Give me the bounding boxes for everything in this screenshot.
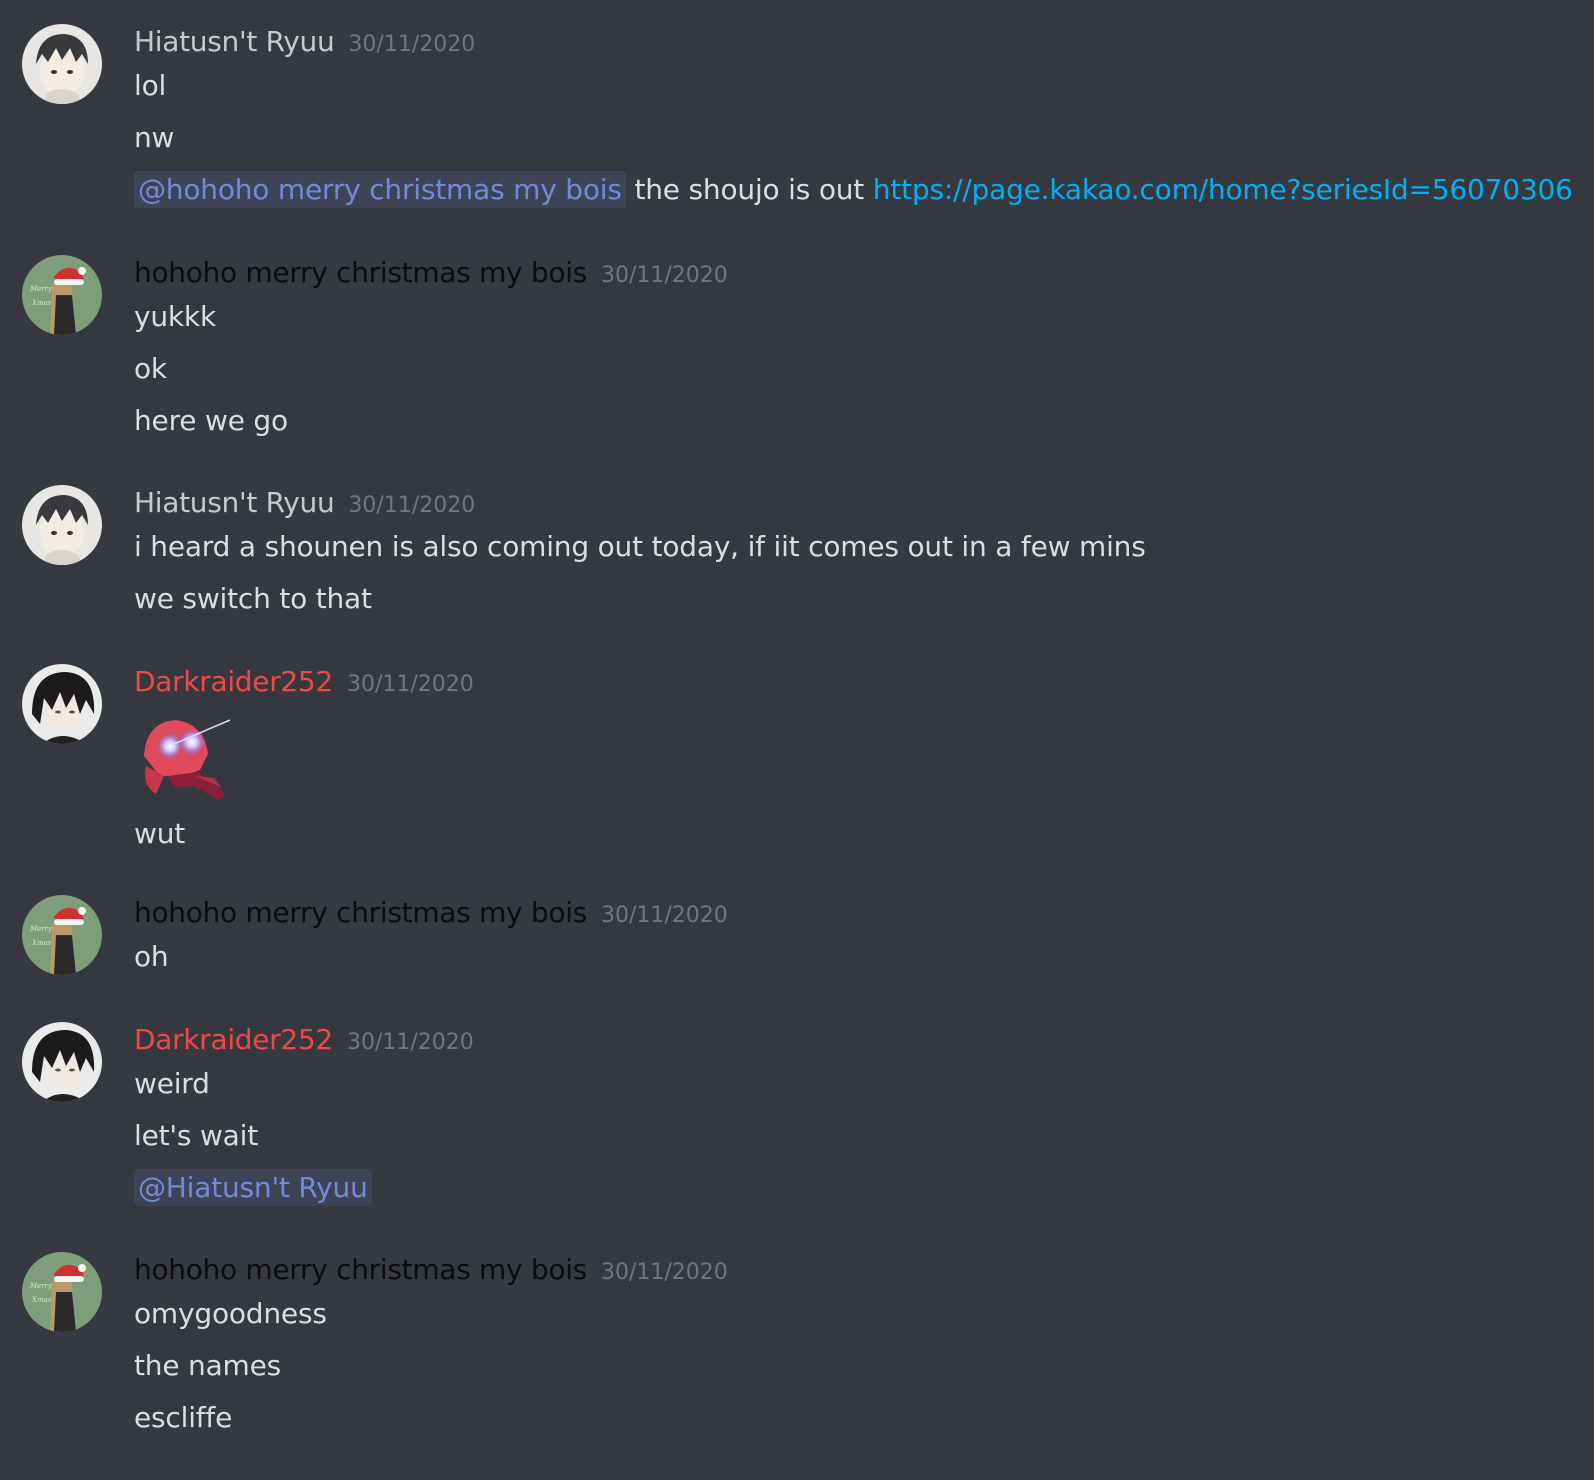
svg-text:Xmas: Xmas [31, 939, 52, 947]
message-link[interactable]: https://page.kakao.com/home?seriesId=560… [873, 173, 1573, 206]
username[interactable]: hohoho merry christmas my bois [134, 1253, 587, 1286]
svg-text:Merry: Merry [29, 1282, 53, 1290]
message-text: we switch to that [134, 582, 372, 615]
message-header: Darkraider252 30/11/2020 [134, 664, 474, 700]
message-lines: yukkk ok here we go [134, 295, 288, 451]
message-header: hohoho merry christmas my bois 30/11/2020 [134, 255, 728, 291]
timestamp: 30/11/2020 [600, 263, 728, 288]
message-text: nw [134, 121, 175, 154]
timestamp: 30/11/2020 [600, 903, 728, 928]
avatar-dark-hair-icon[interactable] [22, 1022, 102, 1102]
username[interactable]: Darkraider252 [134, 665, 333, 698]
message-text: oh [134, 940, 169, 973]
avatar-santa-hat-icon[interactable]: Merry Xmas [22, 1252, 102, 1332]
message-text: ok [134, 352, 167, 385]
timestamp: 30/11/2020 [348, 493, 476, 518]
message-text: i heard a shounen is also coming out tod… [134, 530, 1146, 563]
message-text-fragment: the shoujo is out [625, 173, 873, 206]
timestamp: 30/11/2020 [346, 1030, 474, 1055]
message-header: hohoho merry christmas my bois 30/11/2020 [134, 1252, 728, 1288]
timestamp: 30/11/2020 [348, 32, 476, 57]
message-text: lol [134, 69, 167, 102]
message-lines: wut [134, 704, 234, 864]
avatar-ryuu-icon[interactable] [22, 24, 102, 104]
user-mention[interactable]: @Hiatusn't Ryuu [134, 1169, 372, 1206]
message-text: omygoodness [134, 1297, 327, 1330]
message-text: here we go [134, 404, 288, 437]
svg-text:Merry: Merry [29, 925, 53, 933]
message-text: weird [134, 1067, 210, 1100]
message-header: Hiatusn't Ryuu 30/11/2020 [134, 24, 475, 60]
message-list: Hiatusn't Ryuu 30/11/2020 lol nw @hohoho … [0, 0, 1594, 1480]
message-text: escliffe [134, 1401, 233, 1434]
avatar-santa-hat-icon[interactable]: Merry Xmas [22, 255, 102, 335]
user-mention[interactable]: @hohoho merry christmas my bois [134, 171, 626, 208]
username[interactable]: Hiatusn't Ryuu [134, 486, 335, 519]
message-text: @hohoho merry christmas my bois the shou… [134, 168, 1573, 220]
message-lines: weird let's wait @Hiatusn't Ryuu [134, 1062, 372, 1218]
avatar-ryuu-icon[interactable] [22, 485, 102, 565]
message-lines: oh [134, 935, 169, 987]
message-lines: lol nw @hohoho merry christmas my bois t… [134, 64, 1573, 220]
message-text: wut [134, 817, 186, 850]
message-header: hohoho merry christmas my bois 30/11/2020 [134, 895, 728, 931]
message-lines: i heard a shounen is also coming out tod… [134, 525, 1146, 629]
username[interactable]: Darkraider252 [134, 1023, 333, 1056]
svg-text:Xmas: Xmas [31, 1296, 52, 1304]
message-text: yukkk [134, 300, 216, 333]
username[interactable]: Hiatusn't Ryuu [134, 25, 335, 58]
message-header: Darkraider252 30/11/2020 [134, 1022, 474, 1058]
timestamp: 30/11/2020 [346, 672, 474, 697]
message-header: Hiatusn't Ryuu 30/11/2020 [134, 485, 475, 521]
svg-text:Merry: Merry [29, 285, 53, 293]
message-lines: omygoodness the names escliffe [134, 1292, 327, 1448]
avatar-dark-hair-icon[interactable] [22, 664, 102, 744]
message-text: @Hiatusn't Ryuu [134, 1166, 372, 1218]
svg-text:Xmas: Xmas [31, 299, 52, 307]
timestamp: 30/11/2020 [600, 1260, 728, 1285]
username[interactable]: hohoho merry christmas my bois [134, 896, 587, 929]
message-text: the names [134, 1349, 282, 1382]
username[interactable]: hohoho merry christmas my bois [134, 256, 587, 289]
message-text: let's wait [134, 1119, 258, 1152]
glowing-eyes-sticker-icon[interactable] [134, 706, 234, 806]
avatar-santa-hat-icon[interactable]: Merry Xmas [22, 895, 102, 975]
